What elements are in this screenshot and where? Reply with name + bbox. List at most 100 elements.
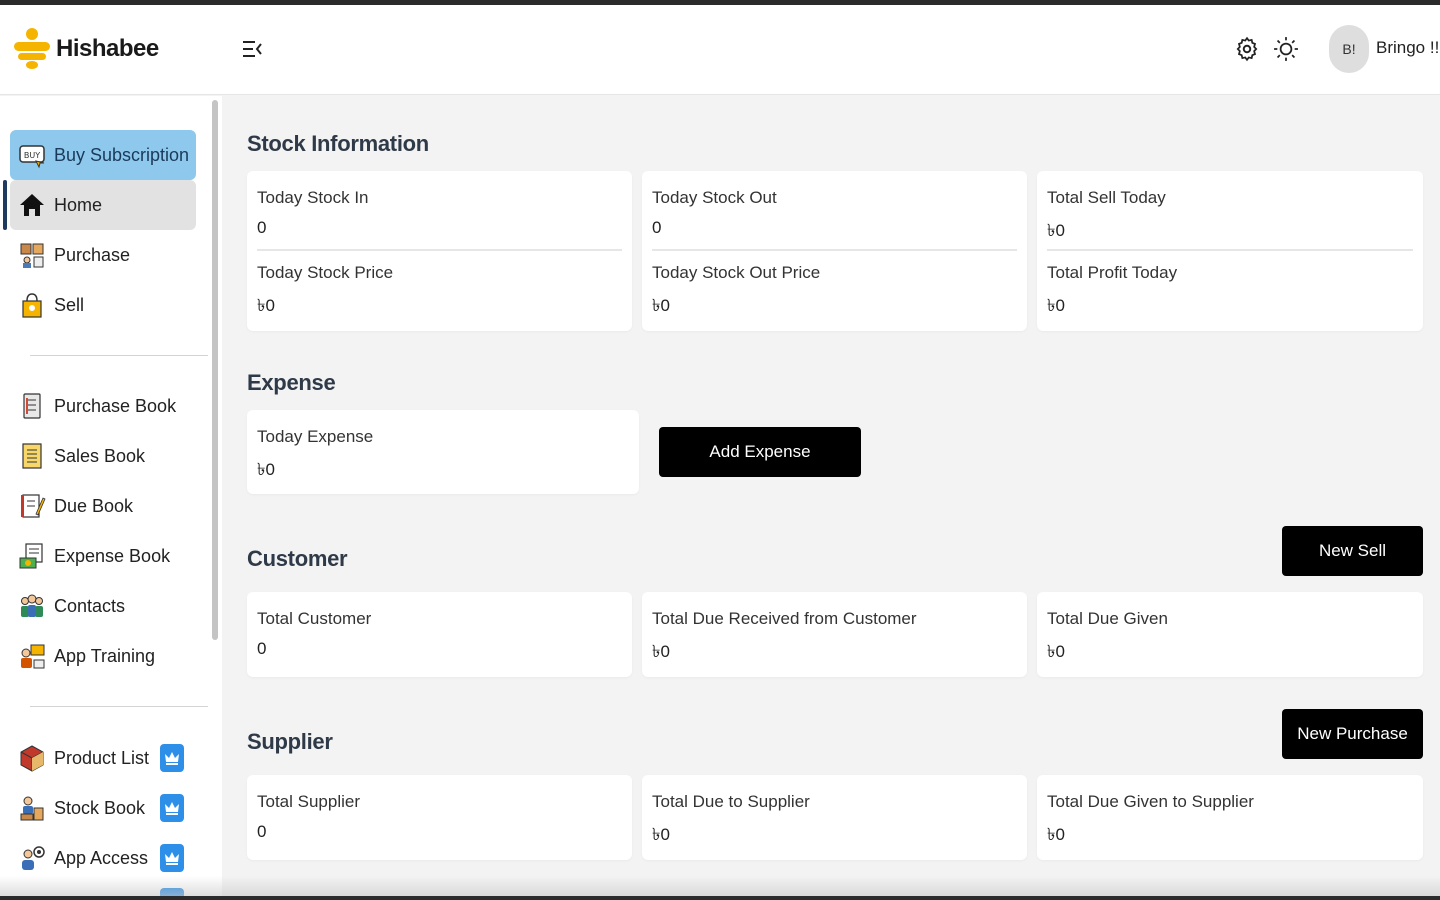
- sidebar-scrollbar[interactable]: [212, 100, 218, 640]
- sidebar-item-label: Product List: [54, 747, 150, 768]
- sidebar-item-contacts[interactable]: Contacts: [10, 581, 196, 631]
- expense-card: Today Expense ৳0: [247, 410, 639, 494]
- stat-value: 0: [257, 822, 267, 841]
- due-book-icon: [21, 494, 46, 518]
- stat-value: ৳0: [652, 296, 670, 315]
- sidebar-item-label: Sell: [54, 294, 85, 315]
- sidebar: BUY Buy Subscription Home Purchase Sell …: [0, 96, 222, 896]
- sidebar-item-due-book[interactable]: Due Book: [10, 481, 196, 531]
- avatar[interactable]: B!: [1329, 25, 1369, 73]
- stat-value: ৳0: [1047, 825, 1065, 844]
- expense-book-icon: [19, 543, 43, 569]
- sidebar-item-label: Stock Book: [54, 797, 146, 818]
- new-sell-button[interactable]: New Sell: [1282, 526, 1423, 576]
- app-training-icon: [21, 644, 45, 669]
- card-divider: [257, 249, 622, 251]
- sales-book-icon: [22, 443, 42, 469]
- supplier-card: Total Due to Supplier ৳0: [642, 775, 1027, 860]
- sun-icon[interactable]: [1273, 36, 1299, 62]
- supplier-card: Total Due Given to Supplier ৳0: [1037, 775, 1423, 860]
- stock-section-title: Stock Information: [247, 131, 429, 156]
- purchase-book-icon: [23, 393, 41, 419]
- brand-logo[interactable]: Hishabee: [12, 27, 159, 71]
- customer-card: Total Due Given ৳0: [1037, 592, 1423, 677]
- stat-value: 0: [652, 218, 662, 237]
- sidebar-item-label: Purchase Book: [54, 395, 177, 416]
- sidebar-item-sell[interactable]: Sell: [10, 280, 196, 330]
- product-box-icon: [20, 745, 44, 772]
- stat-label: Today Stock In: [257, 188, 369, 207]
- customer-card: Total Customer 0: [247, 592, 632, 677]
- contacts-icon: [21, 594, 43, 617]
- stat-value: ৳0: [257, 296, 275, 315]
- sidebar-item-purchase-book[interactable]: Purchase Book: [10, 381, 196, 431]
- purchase-icon: [20, 243, 44, 268]
- username[interactable]: Bringo !!: [1376, 38, 1439, 58]
- crown-icon: [160, 744, 184, 772]
- customer-card: Total Due Received from Customer ৳0: [642, 592, 1027, 677]
- stat-label: Total Customer: [257, 609, 372, 628]
- crown-icon: [160, 794, 184, 822]
- sidebar-item-label: App Access: [54, 847, 149, 868]
- stat-label: Total Due to Supplier: [652, 792, 810, 811]
- app-window: Hishabee B! Bringo !! BUY Buy Subscripti…: [0, 5, 1440, 896]
- app-access-icon: [22, 846, 45, 870]
- new-purchase-button[interactable]: New Purchase: [1282, 709, 1423, 759]
- supplier-card: Total Supplier 0: [247, 775, 632, 860]
- customer-section-title: Customer: [247, 546, 348, 571]
- expense-section-title: Expense: [247, 370, 336, 395]
- stat-label: Total Profit Today: [1047, 263, 1178, 282]
- sidebar-divider: [30, 355, 208, 356]
- sidebar-item-home[interactable]: Home: [3, 180, 196, 230]
- brand-name: Hishabee: [56, 35, 159, 62]
- sidebar-item-expense-book[interactable]: Expense Book: [10, 531, 196, 581]
- stock-card: Today Stock Out 0 Today Stock Out Price …: [642, 171, 1027, 331]
- sidebar-item-label: Sales Book: [54, 445, 146, 466]
- home-icon: [20, 194, 44, 216]
- stat-value: ৳0: [1047, 642, 1065, 661]
- add-expense-button[interactable]: Add Expense: [659, 427, 861, 477]
- bottom-shadow: [0, 876, 1440, 896]
- stat-value: ৳0: [652, 642, 670, 661]
- card-divider: [1047, 249, 1413, 251]
- sidebar-item-label: Purchase: [54, 244, 131, 265]
- sell-icon: [22, 293, 42, 318]
- bee-logo-icon: [14, 28, 50, 69]
- sidebar-item-label: Buy Subscription: [54, 144, 190, 165]
- dashboard-main: Stock Information Today Stock In 0 Today…: [222, 131, 1440, 896]
- stat-label: Total Supplier: [257, 792, 361, 811]
- stat-label: Today Stock Price: [257, 263, 394, 282]
- stat-value: ৳0: [257, 460, 275, 479]
- sidebar-item-label: App Training: [54, 645, 156, 666]
- svg-text:BUY: BUY: [24, 151, 40, 160]
- supplier-section-title: Supplier: [247, 729, 333, 754]
- stat-value: ৳0: [652, 825, 670, 844]
- stat-value: 0: [257, 639, 267, 658]
- stat-label: Total Due Given to Supplier: [1047, 792, 1254, 811]
- card-divider: [652, 249, 1017, 251]
- sidebar-item-label: Home: [54, 194, 103, 215]
- top-header: Hishabee B! Bringo !!: [0, 5, 1440, 95]
- sidebar-item-label: Contacts: [54, 595, 126, 616]
- gear-icon[interactable]: [1234, 36, 1260, 62]
- stat-label: Total Due Received from Customer: [652, 609, 917, 628]
- stock-card: Today Stock In 0 Today Stock Price ৳0: [247, 171, 632, 331]
- stat-label: Today Expense: [257, 427, 374, 446]
- stat-value: ৳0: [1047, 221, 1065, 240]
- stock-book-icon: [20, 796, 44, 821]
- sidebar-item-app-training[interactable]: App Training: [10, 631, 196, 681]
- sidebar-item-sales-book[interactable]: Sales Book: [10, 431, 196, 481]
- sidebar-item-purchase[interactable]: Purchase: [10, 230, 196, 280]
- stat-value: ৳0: [1047, 296, 1065, 315]
- stock-card: Total Sell Today ৳0 Total Profit Today ৳…: [1037, 171, 1423, 331]
- sidebar-item-label: Expense Book: [54, 545, 171, 566]
- stat-label: Total Sell Today: [1047, 188, 1166, 207]
- crown-icon: [160, 844, 184, 872]
- sidebar-item-label: Due Book: [54, 495, 134, 516]
- stat-label: Today Stock Out Price: [652, 263, 821, 282]
- menu-collapse-icon[interactable]: [240, 37, 264, 61]
- sidebar-divider: [30, 706, 208, 707]
- buy-badge-icon: BUY: [19, 145, 45, 169]
- sidebar-item-buy-subscription[interactable]: BUY Buy Subscription: [10, 130, 196, 180]
- stat-label: Total Due Given: [1047, 609, 1168, 628]
